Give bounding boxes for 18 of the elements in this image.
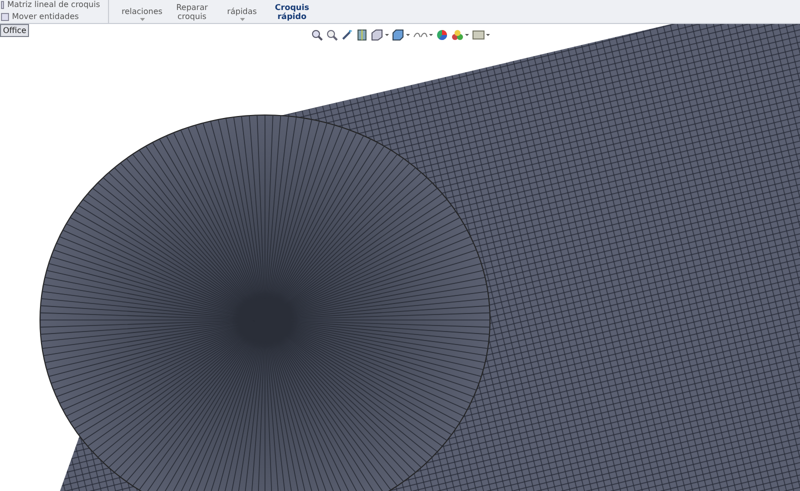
view-orientation-icon[interactable] <box>371 29 389 41</box>
ribbon-command[interactable]: Matriz lineal de croquis <box>0 0 100 11</box>
ribbon-button[interactable]: Reparar croquis <box>173 3 211 23</box>
caret-icon <box>240 18 244 21</box>
zoom-icon[interactable] <box>311 29 323 41</box>
wand-icon[interactable] <box>341 29 353 41</box>
ribbon-button[interactable]: relaciones <box>123 7 161 23</box>
monitor-icon[interactable] <box>472 29 490 41</box>
display-style-icon[interactable] <box>392 29 410 41</box>
office-tab[interactable]: Office <box>0 24 30 37</box>
ribbon-command[interactable]: Mover entidades <box>0 11 100 23</box>
caret-icon <box>140 18 144 21</box>
ribbon-button[interactable]: Croquis rápido <box>273 3 311 23</box>
appearance-icon[interactable] <box>436 29 448 41</box>
section-view-icon[interactable] <box>356 29 368 41</box>
ribbon-button[interactable]: rápidas <box>223 7 261 23</box>
zoom-area-icon[interactable] <box>326 29 338 41</box>
scene-icon[interactable] <box>451 29 469 41</box>
